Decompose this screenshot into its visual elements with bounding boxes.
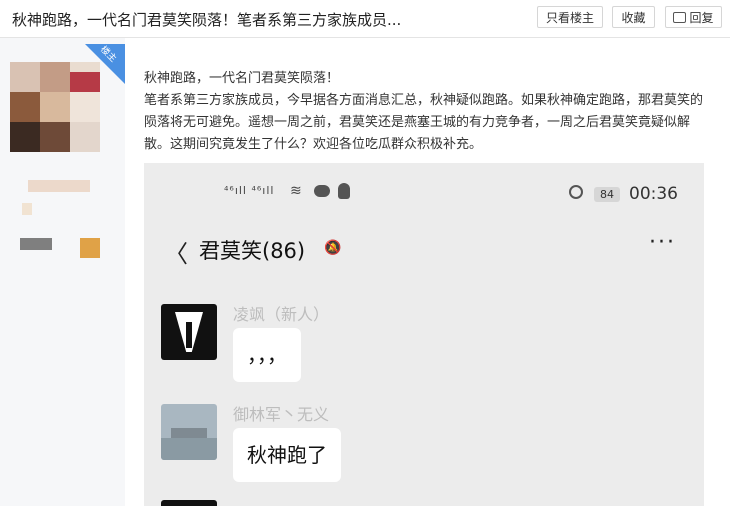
signal-icons: ⁴⁶ıll ⁴⁶ıll <box>224 184 275 197</box>
embedded-screenshot: ⁴⁶ıll ⁴⁶ıll ≋ 84 00:36 〈 君莫笑(86) 🔕 ··· 凌… <box>144 163 704 506</box>
alarm-icon <box>569 185 583 199</box>
thread-header: 秋神跑路，一代名门君莫笑陨落！笔者系第三方家族成员... 只看楼主 收藏 回复 <box>0 0 730 38</box>
wechat-icon <box>314 185 330 197</box>
clock: 00:36 <box>629 184 678 204</box>
avatar <box>161 404 217 460</box>
chat-header: 〈 君莫笑(86) 🔕 ··· <box>144 226 704 274</box>
chat-title: 君莫笑(86) <box>199 239 306 263</box>
status-bar: ⁴⁶ıll ⁴⁶ıll ≋ 84 00:36 <box>144 163 704 204</box>
qq-icon <box>338 183 350 199</box>
message-bubble: ，，， <box>233 328 301 382</box>
reply-button[interactable]: 回复 <box>665 6 722 28</box>
sender-name: 凌飒（新人） <box>233 305 330 324</box>
op-only-button[interactable]: 只看楼主 <box>537 6 603 28</box>
comment-icon <box>673 11 687 23</box>
post-line: 秋神跑路，一代名门君莫笑陨落！ <box>144 71 340 86</box>
author-level-blurred <box>22 203 32 215</box>
author-name-blurred <box>28 180 90 192</box>
op-badge: 楼主 <box>85 44 125 84</box>
reply-button-label: 回复 <box>689 10 714 25</box>
battery-icon: 84 <box>594 187 620 202</box>
favorite-button[interactable]: 收藏 <box>612 6 655 28</box>
back-icon: 〈 <box>164 240 188 268</box>
post-line: 笔者系第三方家族成员，今早据各方面消息汇总，秋神疑似跑路。如果秋神确定跑路，那君… <box>144 93 704 152</box>
author-info-blurred <box>20 238 52 250</box>
author-rank-blurred <box>80 238 100 258</box>
avatar <box>161 304 217 360</box>
wifi-icon: ≋ <box>290 183 302 199</box>
avatar <box>161 500 217 506</box>
post-content: 秋神跑路，一代名门君莫笑陨落！ 笔者系第三方家族成员，今早据各方面消息汇总，秋神… <box>144 68 710 156</box>
message-bubble: 秋神跑了 <box>233 428 341 482</box>
author-sidebar <box>0 38 125 506</box>
more-icon: ··· <box>649 230 676 255</box>
thread-title: 秋神跑路，一代名门君莫笑陨落！笔者系第三方家族成员... <box>12 11 402 29</box>
sender-name: 御林军丶无义 <box>233 405 330 424</box>
mute-bell-icon: 🔕 <box>324 240 342 256</box>
